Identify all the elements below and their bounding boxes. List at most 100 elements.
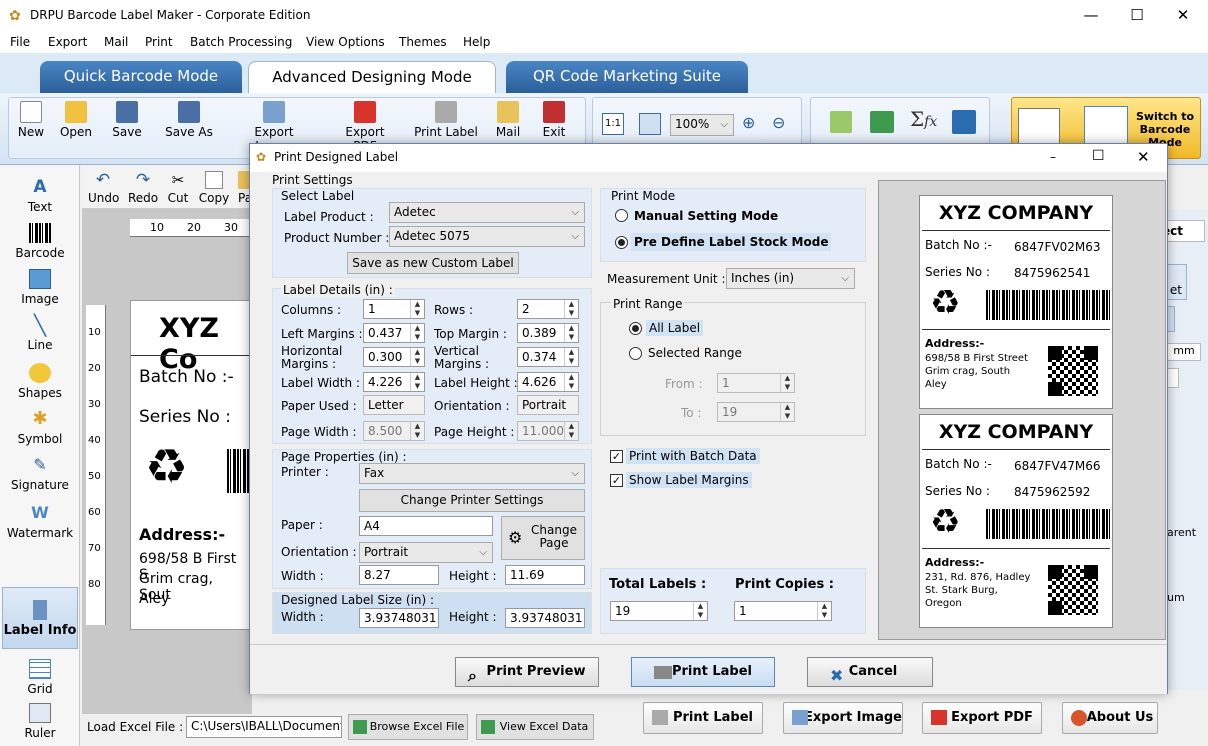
- rows-input[interactable]: 2 ▲ ▼: [517, 299, 579, 319]
- spin-arrows-icon[interactable]: ▲ ▼: [564, 300, 578, 318]
- ruler-tool[interactable]: Ruler: [2, 703, 78, 740]
- minimize-button[interactable]: —: [1068, 0, 1114, 31]
- label-height-input[interactable]: 4.626 ▲ ▼: [517, 372, 579, 392]
- show-margins-label[interactable]: Show Label Margins: [626, 472, 752, 488]
- menu-file[interactable]: File: [10, 35, 30, 49]
- print-label-button[interactable]: Print Label: [631, 657, 775, 687]
- image-tool[interactable]: Image: [2, 269, 78, 306]
- save-custom-label-button[interactable]: Save as new Custom Label: [347, 252, 519, 274]
- text-tool[interactable]: A Text: [2, 177, 78, 214]
- cut-button[interactable]: ✂ Cut: [166, 171, 190, 205]
- dialog-maximize-button[interactable]: ☐: [1092, 148, 1105, 164]
- bottom-print-label-button[interactable]: Print Label: [643, 702, 763, 734]
- all-label-radio[interactable]: [629, 322, 642, 335]
- zoom-in-icon[interactable]: ⊕: [742, 113, 755, 132]
- print-label-ribbon-button[interactable]: Print Label: [414, 101, 478, 139]
- paper-input[interactable]: A4: [359, 516, 493, 536]
- spin-arrows-icon[interactable]: ▲ ▼: [564, 348, 578, 366]
- open-button[interactable]: Open: [58, 101, 94, 139]
- menu-themes[interactable]: Themes: [399, 35, 447, 49]
- cancel-button[interactable]: ✖ Cancel: [807, 657, 933, 687]
- print-preview-button[interactable]: ⌕ Print Preview: [455, 657, 599, 687]
- menu-view-options[interactable]: View Options: [306, 35, 385, 49]
- page-orientation-select[interactable]: Portrait: [359, 542, 493, 563]
- save-as-button[interactable]: Save As: [164, 101, 214, 139]
- formula-icon[interactable]: Σfx: [910, 107, 937, 131]
- edit-icon[interactable]: [830, 111, 852, 133]
- excel-path-input[interactable]: C:\Users\IBALL\Document: [186, 716, 342, 738]
- actual-size-icon[interactable]: 1:1: [602, 113, 624, 135]
- label-product-select[interactable]: Adetec: [389, 202, 585, 223]
- browse-excel-button[interactable]: Browse Excel File: [348, 714, 468, 740]
- spin-arrows-icon[interactable]: ▲ ▼: [410, 324, 424, 342]
- save-button[interactable]: Save: [110, 101, 144, 139]
- exit-button[interactable]: Exit: [540, 101, 568, 139]
- manual-mode-radio[interactable]: [615, 209, 628, 222]
- designed-width-input[interactable]: 3.93748031: [359, 608, 439, 628]
- spin-arrows-icon[interactable]: ▲ ▼: [564, 373, 578, 391]
- menu-export[interactable]: Export: [48, 35, 87, 49]
- label-width-input[interactable]: 4.226 ▲ ▼: [363, 372, 425, 392]
- redo-button[interactable]: ↷ Redo: [128, 171, 158, 205]
- unit-field[interactable]: mm: [1167, 343, 1201, 361]
- about-us-button[interactable]: About Us: [1062, 702, 1158, 734]
- spin-arrows-icon[interactable]: ▲ ▼: [410, 373, 424, 391]
- view-excel-button[interactable]: View Excel Data: [476, 714, 594, 740]
- fit-window-icon[interactable]: [639, 113, 661, 135]
- top-margin-input[interactable]: 0.389 ▲ ▼: [517, 323, 579, 343]
- measurement-unit-select[interactable]: Inches (in): [726, 268, 855, 289]
- swap-icon[interactable]: [952, 110, 976, 134]
- predefine-mode-radio[interactable]: [615, 236, 628, 249]
- batch-data-label[interactable]: Print with Batch Data: [626, 448, 760, 464]
- spin-arrows-icon[interactable]: ▲ ▼: [817, 602, 831, 620]
- spin-arrows-icon[interactable]: ▲ ▼: [410, 300, 424, 318]
- change-printer-settings-button[interactable]: Change Printer Settings: [359, 489, 585, 512]
- menu-print[interactable]: Print: [145, 35, 173, 49]
- shapes-tool[interactable]: Shapes: [2, 363, 78, 400]
- design-label-card[interactable]: XYZ Co Batch No :- Series No : ♻ Address…: [130, 300, 251, 630]
- selected-range-label[interactable]: Selected Range: [648, 346, 742, 360]
- barcode-tool[interactable]: Barcode: [2, 223, 78, 260]
- close-button[interactable]: ✕: [1160, 0, 1206, 31]
- all-label-label[interactable]: All Label: [646, 320, 704, 336]
- printer-select[interactable]: Fax: [359, 463, 585, 484]
- maximize-button[interactable]: ☐: [1114, 0, 1160, 31]
- page-height-prop-input[interactable]: 11.69: [505, 565, 585, 585]
- total-labels-input[interactable]: 19 ▲ ▼: [610, 601, 708, 621]
- vertical-margin-input[interactable]: 0.374 ▲ ▼: [517, 347, 579, 367]
- symbol-tool[interactable]: ✱ Symbol: [2, 409, 78, 447]
- product-number-select[interactable]: Adetec 5075: [389, 226, 585, 247]
- designed-height-input[interactable]: 3.93748031: [505, 608, 585, 628]
- line-tool[interactable]: ╲ Line: [2, 315, 78, 352]
- spin-arrows-icon[interactable]: ▲ ▼: [564, 324, 578, 342]
- tab-advanced-designing[interactable]: Advanced Designing Mode: [248, 61, 496, 93]
- tab-quick-barcode[interactable]: Quick Barcode Mode: [40, 61, 242, 93]
- print-copies-input[interactable]: 1 ▲ ▼: [734, 601, 832, 621]
- menu-mail[interactable]: Mail: [104, 35, 128, 49]
- show-margins-checkbox[interactable]: ✓: [610, 474, 623, 487]
- bottom-export-pdf-button[interactable]: Export PDF: [922, 702, 1042, 734]
- spin-arrows-icon[interactable]: ▲ ▼: [410, 348, 424, 366]
- tab-qr-marketing[interactable]: QR Code Marketing Suite: [506, 61, 748, 93]
- spin-arrows-icon[interactable]: ▲ ▼: [693, 602, 707, 620]
- page-width-prop-input[interactable]: 8.27: [359, 565, 439, 585]
- dialog-minimize-button[interactable]: –: [1050, 150, 1056, 164]
- label-info-tool[interactable]: Label Info: [2, 587, 78, 649]
- predefine-mode-label[interactable]: Pre Define Label Stock Mode: [631, 233, 832, 251]
- panel-spin[interactable]: [1167, 368, 1179, 388]
- mail-button[interactable]: Mail: [494, 101, 522, 139]
- change-page-button[interactable]: ⚙ Change Page: [501, 516, 585, 560]
- horizontal-margin-input[interactable]: 0.300 ▲ ▼: [363, 347, 425, 367]
- excel-icon[interactable]: [870, 111, 894, 133]
- bottom-export-image-button[interactable]: Export Image: [783, 702, 903, 734]
- copy-button[interactable]: Copy: [198, 171, 230, 205]
- left-margin-input[interactable]: 0.437 ▲ ▼: [363, 323, 425, 343]
- signature-tool[interactable]: ✎ Signature: [2, 455, 78, 492]
- new-button[interactable]: New: [16, 101, 46, 139]
- menu-help[interactable]: Help: [463, 35, 490, 49]
- zoom-out-icon[interactable]: ⊖: [772, 113, 785, 132]
- grid-tool[interactable]: Grid: [2, 659, 78, 696]
- zoom-select[interactable]: 100%: [670, 114, 734, 136]
- watermark-tool[interactable]: W Watermark: [2, 503, 78, 540]
- columns-input[interactable]: 1 ▲ ▼: [363, 299, 425, 319]
